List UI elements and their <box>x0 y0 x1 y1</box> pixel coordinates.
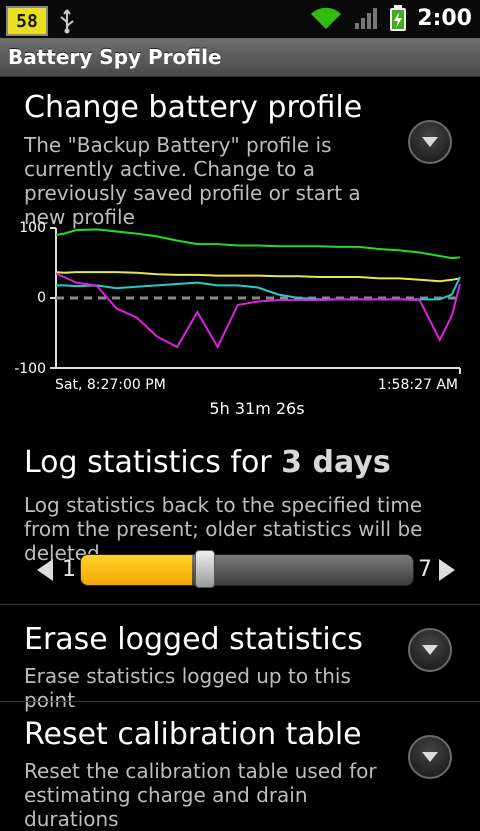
reset-calibration-description: Reset the calibration table used for est… <box>24 759 377 831</box>
y-tick-label: -100 <box>14 361 46 377</box>
profile-dropdown-button[interactable] <box>408 120 452 164</box>
battery-charging-icon <box>390 5 407 31</box>
log-statistics-duration: 3 days <box>281 445 391 480</box>
series-line-2 <box>55 271 461 283</box>
chart-x-start-label: Sat, 8:27:00 PM <box>55 377 166 393</box>
slider-max-label: 7 <box>418 557 432 582</box>
clock: 2:00 <box>417 5 472 31</box>
series-line-4 <box>55 272 461 350</box>
reset-calibration-title: Reset calibration table <box>24 717 362 752</box>
log-statistics-title-prefix: Log statistics for <box>24 445 282 480</box>
status-bar: 58 2:00 <box>0 0 480 38</box>
usb-icon <box>60 9 74 34</box>
chart-duration-label: 5h 31m 26s <box>209 399 305 418</box>
series-line-3 <box>56 276 461 301</box>
log-statistics-title: Log statistics for 3 days <box>24 445 391 480</box>
chevron-down-icon <box>422 137 438 147</box>
divider <box>0 701 480 702</box>
slider-increment-arrow-icon[interactable] <box>438 558 456 582</box>
chevron-down-icon <box>422 645 438 655</box>
app-title: Battery Spy Profile <box>8 45 222 69</box>
signal-icon <box>355 8 378 29</box>
wifi-icon <box>311 7 342 29</box>
chart-x-end-label: 1:58:27 AM <box>377 377 458 393</box>
change-profile-title: Change battery profile <box>24 90 363 125</box>
y-tick-label: 0 <box>37 290 46 306</box>
slider-min-label: 1 <box>62 557 76 582</box>
y-tick-label: 100 <box>19 220 46 236</box>
erase-statistics-title: Erase logged statistics <box>24 622 363 657</box>
series-line-1 <box>55 228 461 260</box>
erase-statistics-description: Erase statistics logged up to this point <box>24 664 351 712</box>
notification-badge: 58 <box>6 6 48 36</box>
divider <box>0 604 480 605</box>
chevron-down-icon <box>422 752 438 762</box>
erase-statistics-button[interactable] <box>408 628 452 672</box>
slider-fill <box>81 555 192 585</box>
slider-decrement-arrow-icon[interactable] <box>36 558 54 582</box>
reset-calibration-button[interactable] <box>408 735 452 779</box>
battery-chart: 100 0 -100 <box>14 220 461 377</box>
log-days-slider[interactable] <box>80 554 414 586</box>
slider-thumb[interactable] <box>194 550 215 588</box>
app-title-bar: Battery Spy Profile <box>0 38 480 77</box>
